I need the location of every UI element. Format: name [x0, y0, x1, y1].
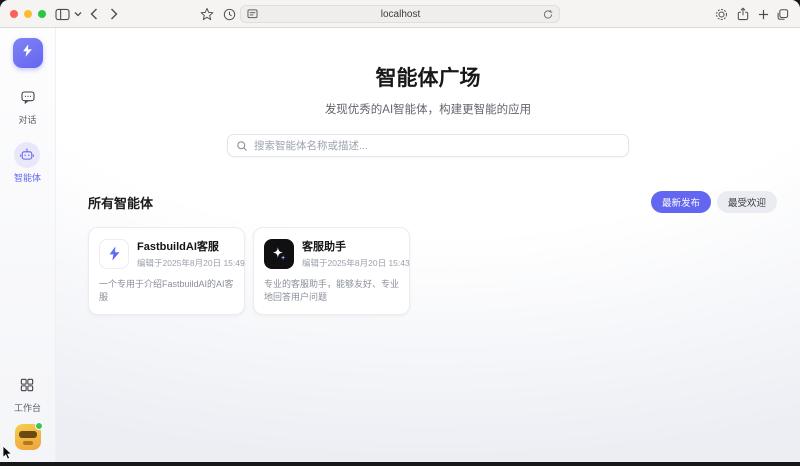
online-status-dot — [35, 422, 43, 430]
main-content: 智能体广场 发现优秀的AI智能体，构建更智能的应用 所有智能体 最新发布 最受欢… — [56, 28, 800, 462]
browser-toolbar — [0, 0, 800, 28]
page-subtitle: 发现优秀的AI智能体，构建更智能的应用 — [56, 101, 800, 117]
settings-gear-icon[interactable] — [712, 0, 730, 28]
close-button[interactable] — [10, 10, 18, 18]
lightning-bolt-icon — [99, 239, 129, 269]
forward-icon[interactable] — [106, 0, 122, 28]
sidebar-toggle-icon[interactable] — [52, 0, 72, 28]
search-input[interactable] — [254, 140, 620, 152]
agent-name: FastbuildAI客服 — [137, 238, 245, 254]
filter-pills: 最新发布 最受欢迎 — [651, 191, 777, 213]
lightning-bolt-icon — [20, 43, 35, 63]
fullscreen-button[interactable] — [38, 10, 46, 18]
refresh-icon[interactable] — [543, 9, 553, 20]
back-icon[interactable] — [86, 0, 102, 28]
agent-card-fastbuildai[interactable]: FastbuildAI客服 编辑于2025年8月20日 15:49 一个专用于介… — [88, 227, 245, 315]
chat-bubble-icon — [15, 84, 41, 110]
sidebar-item-agents-label: 智能体 — [14, 171, 41, 184]
desktop-background-strip — [0, 462, 800, 466]
url-input[interactable] — [258, 9, 543, 20]
minimize-button[interactable] — [24, 10, 32, 18]
section-header: 所有智能体 最新发布 最受欢迎 — [88, 191, 777, 213]
sidebar: 对话 智能体 — [0, 28, 56, 462]
agent-card-list: FastbuildAI客服 编辑于2025年8月20日 15:49 一个专用于介… — [88, 227, 800, 315]
robot-icon — [14, 142, 40, 168]
sidebar-item-chat-label: 对话 — [18, 113, 36, 126]
card-title-block: 客服助手 编辑于2025年8月20日 15:43 — [302, 238, 410, 269]
reader-icon[interactable] — [247, 9, 258, 19]
agent-card-kefu-assistant[interactable]: 客服助手 编辑于2025年8月20日 15:43 专业的客服助手，能够友好、专业… — [253, 227, 410, 315]
avatar-mouth — [23, 441, 33, 445]
chevron-down-icon[interactable] — [72, 0, 84, 28]
agent-description: 一个专用于介绍FastbuildAI的AI客服 — [99, 278, 234, 304]
search-icon — [236, 140, 248, 152]
card-header: 客服助手 编辑于2025年8月20日 15:43 — [264, 238, 399, 269]
browser-window: 对话 智能体 — [0, 0, 800, 462]
tab-overview-icon[interactable] — [772, 0, 792, 28]
window-controls — [10, 10, 46, 18]
history-clock-icon[interactable] — [220, 0, 238, 28]
section-title: 所有智能体 — [88, 193, 153, 212]
sidebar-item-chat[interactable]: 对话 — [15, 84, 41, 126]
card-title-block: FastbuildAI客服 编辑于2025年8月20日 15:49 — [137, 238, 245, 269]
mouse-cursor — [2, 446, 13, 465]
address-bar[interactable] — [240, 5, 560, 23]
sidebar-item-workbench[interactable]: 工作台 — [14, 372, 41, 414]
agent-description: 专业的客服助手，能够友好、专业地回答用户问题 — [264, 278, 399, 304]
user-avatar[interactable] — [15, 424, 41, 450]
card-header: FastbuildAI客服 编辑于2025年8月20日 15:49 — [99, 238, 234, 269]
avatar-face — [19, 431, 37, 438]
page-title: 智能体广场 — [56, 62, 800, 92]
filter-popular[interactable]: 最受欢迎 — [717, 191, 777, 213]
workbench-grid-icon — [14, 372, 40, 398]
agent-name: 客服助手 — [302, 238, 410, 254]
agent-search-bar[interactable] — [227, 134, 629, 157]
new-tab-plus-icon[interactable] — [755, 0, 771, 28]
app-logo[interactable] — [13, 38, 43, 68]
sparkle-stars-icon — [264, 239, 294, 269]
sidebar-item-agents[interactable]: 智能体 — [14, 142, 41, 184]
app-root: 对话 智能体 — [0, 28, 800, 462]
filter-latest[interactable]: 最新发布 — [651, 191, 711, 213]
share-icon[interactable] — [734, 0, 752, 28]
agent-edited-timestamp: 编辑于2025年8月20日 15:43 — [302, 257, 410, 269]
sidebar-item-workbench-label: 工作台 — [14, 401, 41, 414]
bookmarks-star-icon[interactable] — [198, 0, 216, 28]
agent-edited-timestamp: 编辑于2025年8月20日 15:49 — [137, 257, 245, 269]
